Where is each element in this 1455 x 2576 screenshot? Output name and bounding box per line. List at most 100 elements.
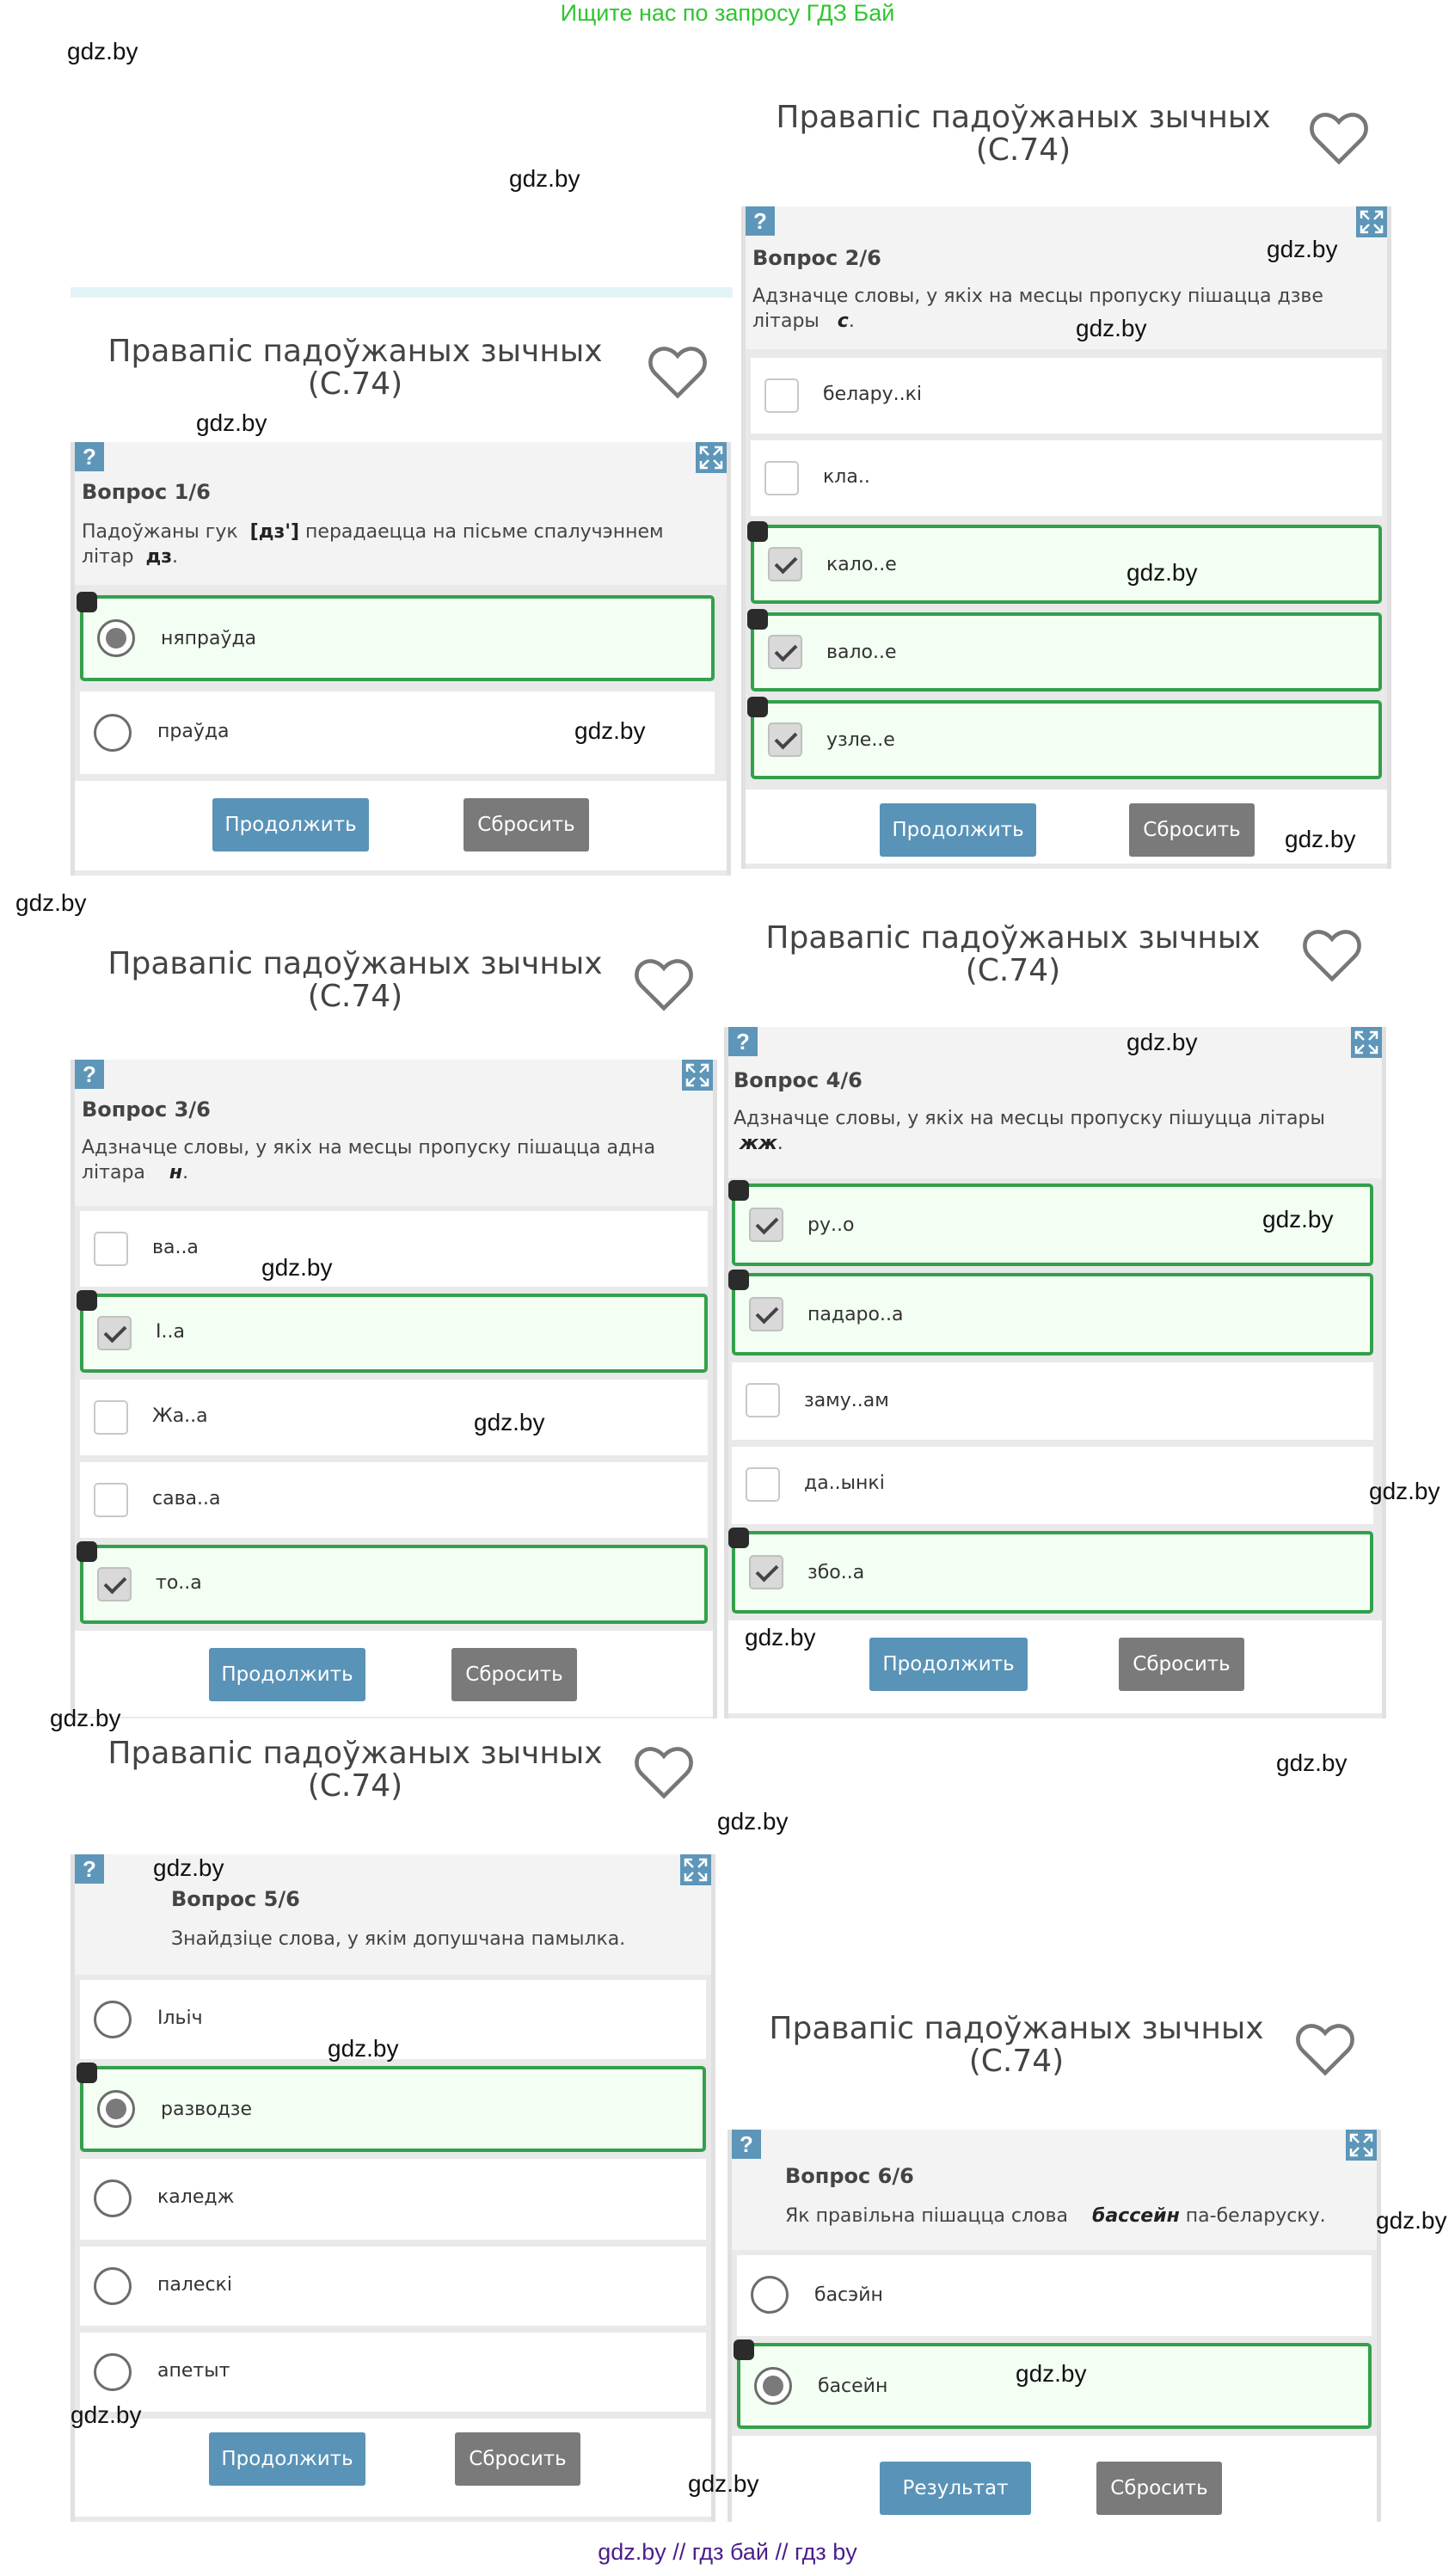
expand-icon[interactable] — [1346, 2130, 1377, 2161]
option-label: сава..а — [152, 1488, 221, 1509]
radio-button-selected[interactable] — [97, 2090, 135, 2128]
quiz-title: Правапіс падоўжаных зычных (С.74) — [776, 100, 1271, 168]
checkbox-checked[interactable] — [749, 1555, 783, 1589]
answer-option[interactable]: Жа..а — [80, 1380, 708, 1455]
answer-option[interactable]: сава..а — [80, 1462, 708, 1538]
checkbox-checked[interactable] — [749, 1208, 783, 1242]
watermark: gdz.by — [745, 1624, 816, 1651]
radio-button-selected[interactable] — [754, 2367, 792, 2405]
help-icon[interactable]: ? — [75, 1060, 104, 1089]
checkbox-checked[interactable] — [97, 1567, 132, 1602]
answer-option-selected[interactable]: вало..е — [747, 609, 1382, 692]
heart-icon[interactable] — [1300, 924, 1364, 984]
answer-option-selected[interactable]: узле..е — [747, 697, 1382, 779]
reset-button[interactable]: Сбросить — [1119, 1638, 1244, 1691]
result-button[interactable]: Результат — [880, 2462, 1031, 2515]
question-text: Адзначце словы, у якіх на месцы пропуску… — [734, 1108, 1325, 1154]
expand-icon[interactable] — [696, 442, 727, 473]
expand-icon[interactable] — [680, 1854, 711, 1885]
checkbox-checked[interactable] — [749, 1297, 783, 1331]
checkbox-checked[interactable] — [768, 722, 802, 757]
checkbox[interactable] — [746, 1467, 780, 1502]
button-area — [732, 2436, 1377, 2522]
answer-option-selected[interactable]: то..а — [77, 1541, 708, 1624]
answer-option[interactable]: каледж — [80, 2159, 706, 2240]
help-icon[interactable]: ? — [732, 2130, 761, 2159]
selection-marker — [77, 2063, 97, 2083]
reset-button[interactable]: Сбросить — [464, 798, 589, 851]
watermark: gdz.by — [196, 409, 267, 436]
answer-option-selected[interactable]: падаро..а — [728, 1270, 1373, 1356]
question-header — [732, 2130, 1377, 2250]
radio-button[interactable] — [94, 2353, 132, 2391]
answer-option[interactable]: белару..кі — [751, 358, 1382, 433]
help-icon[interactable]: ? — [75, 1854, 104, 1884]
radio-button[interactable] — [751, 2276, 789, 2314]
reset-button[interactable]: Сбросить — [1129, 803, 1255, 857]
radio-button[interactable] — [94, 2179, 132, 2217]
help-icon[interactable]: ? — [746, 206, 775, 236]
reset-button[interactable]: Сбросить — [1096, 2462, 1222, 2515]
checkbox[interactable] — [94, 1400, 128, 1435]
continue-button[interactable]: Продолжить — [869, 1638, 1028, 1691]
quiz-panel: ? Вопрос 4/6 Адзначце словы, у якіх на м… — [724, 1027, 1386, 1718]
answer-option[interactable]: апетыт — [80, 2333, 706, 2412]
checkbox-checked[interactable] — [768, 635, 802, 669]
answer-option[interactable]: да..ынкі — [732, 1447, 1373, 1524]
checkbox-checked[interactable] — [97, 1316, 132, 1350]
option-label: узле..е — [826, 729, 895, 751]
expand-icon[interactable] — [1351, 1027, 1382, 1058]
radio-button-selected[interactable] — [97, 619, 135, 657]
continue-button[interactable]: Продолжить — [212, 798, 369, 851]
answer-option-selected[interactable]: кало..е — [747, 521, 1382, 604]
watermark: gdz.by — [1127, 559, 1198, 586]
reset-button[interactable]: Сбросить — [451, 1648, 577, 1701]
option-label: падаро..а — [807, 1304, 904, 1325]
watermark: gdz.by — [67, 38, 138, 65]
question-number: Вопрос 5/6 — [171, 1887, 300, 1911]
checkbox-checked[interactable] — [768, 547, 802, 581]
watermark: gdz.by — [1262, 1206, 1334, 1233]
checkbox[interactable] — [94, 1483, 128, 1517]
heart-icon[interactable] — [632, 953, 696, 1013]
heart-icon[interactable] — [632, 1741, 696, 1801]
option-label: каледж — [157, 2186, 235, 2208]
answer-option[interactable]: ва..а — [80, 1211, 708, 1287]
heart-icon[interactable] — [646, 341, 709, 401]
heart-icon[interactable] — [1293, 2018, 1357, 2078]
radio-button[interactable] — [94, 2001, 132, 2038]
checkbox[interactable] — [764, 378, 799, 413]
quiz-panel: ? Вопрос 2/6 Адзначце словы, у якіх на м… — [741, 206, 1391, 869]
answer-option-selected[interactable]: збо..а — [728, 1528, 1373, 1614]
checkbox[interactable] — [764, 461, 799, 495]
answer-option[interactable]: кла.. — [751, 440, 1382, 516]
expand-icon[interactable] — [682, 1060, 713, 1091]
option-label: праўда — [157, 721, 230, 742]
checkbox[interactable] — [94, 1232, 128, 1266]
search-banner: Ищите нас по запросу ГДЗ Бай — [560, 0, 895, 26]
continue-button[interactable]: Продолжить — [209, 2432, 365, 2486]
selection-marker — [728, 1528, 749, 1548]
reset-button[interactable]: Сбросить — [455, 2432, 580, 2486]
checkbox[interactable] — [746, 1383, 780, 1417]
answer-option-selected[interactable]: разводзе — [77, 2063, 706, 2152]
answer-option[interactable]: заму..ам — [732, 1362, 1373, 1440]
help-icon[interactable]: ? — [75, 442, 104, 471]
answer-option-selected[interactable]: няпраўда — [77, 592, 715, 681]
radio-button[interactable] — [94, 714, 132, 752]
continue-button[interactable]: Продолжить — [880, 803, 1036, 857]
continue-button[interactable]: Продолжить — [209, 1648, 365, 1701]
radio-button[interactable] — [94, 2267, 132, 2305]
heart-icon[interactable] — [1307, 107, 1371, 167]
expand-icon[interactable] — [1356, 206, 1387, 237]
button-area — [75, 781, 727, 870]
question-number: Вопрос 6/6 — [785, 2164, 914, 2188]
answer-option-selected[interactable]: І..а — [77, 1290, 708, 1373]
quiz-title: Правапіс падоўжаных зычных (С.74) — [769, 2011, 1264, 2079]
help-icon[interactable]: ? — [728, 1027, 758, 1056]
watermark: gdz.by — [328, 2035, 399, 2062]
answer-option[interactable]: палескі — [80, 2247, 706, 2326]
answer-option[interactable]: басэйн — [737, 2255, 1372, 2336]
footer-links: gdz.by // гдз бай // гдз by — [598, 2539, 857, 2565]
watermark: gdz.by — [509, 165, 580, 192]
